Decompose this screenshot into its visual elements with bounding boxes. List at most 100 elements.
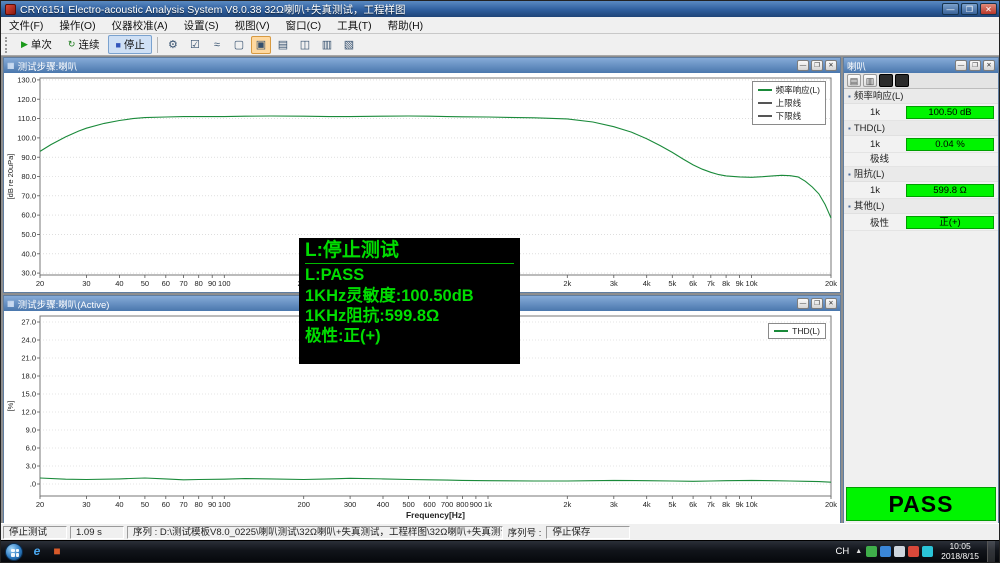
- clock-time: 10:05: [949, 541, 970, 551]
- title-bar[interactable]: CRY6151 Electro-acoustic Analysis System…: [1, 1, 999, 17]
- curve-icon[interactable]: ≈: [207, 36, 227, 54]
- thd-legend: THD(L): [768, 323, 826, 339]
- ie-icon[interactable]: e: [29, 544, 45, 560]
- svg-text:50: 50: [141, 500, 149, 509]
- report-icon[interactable]: ▤: [273, 36, 293, 54]
- section-bullet-icon: ▪: [848, 124, 851, 133]
- svg-text:80: 80: [195, 279, 203, 288]
- panel-header-buttons: —❐✕: [797, 60, 837, 71]
- settings-icon[interactable]: ⚙: [163, 36, 183, 54]
- results-panel: 喇叭 —❐✕ ▤▥ ▪频率响应(L)1k100.50 dB▪THD(L)1k0.…: [843, 57, 999, 524]
- panel-minimize-button[interactable]: —: [955, 60, 967, 71]
- tray-message-icon[interactable]: [922, 546, 933, 557]
- stop-button[interactable]: ■停止: [108, 35, 151, 54]
- svg-text:110.0: 110.0: [18, 114, 36, 123]
- svg-text:30: 30: [82, 279, 90, 288]
- menu-item[interactable]: 设置(S): [176, 17, 227, 34]
- pass-indicator: PASS: [846, 487, 996, 521]
- panel-close-button[interactable]: ✕: [983, 60, 995, 71]
- panel-close-button[interactable]: ✕: [825, 60, 837, 71]
- single-run-button[interactable]: ▶单次: [14, 35, 59, 54]
- svg-text:4k: 4k: [643, 500, 651, 509]
- panel-minimize-button[interactable]: —: [797, 298, 809, 309]
- taskbar-clock[interactable]: 10:05 2018/8/15: [941, 542, 979, 562]
- tray-expand-icon[interactable]: ▲: [855, 548, 862, 555]
- tray-update-icon[interactable]: [908, 546, 919, 557]
- svg-text:70.0: 70.0: [21, 191, 36, 200]
- svg-text:5k: 5k: [668, 500, 676, 509]
- list-view-icon[interactable]: ▤: [847, 74, 861, 87]
- svg-text:50.0: 50.0: [21, 230, 36, 239]
- menu-item[interactable]: 操作(O): [51, 17, 103, 34]
- svg-text:700: 700: [441, 500, 454, 509]
- cascade-windows-icon[interactable]: ▧: [339, 36, 359, 54]
- legend-label: 上限线: [776, 97, 802, 109]
- svg-text:1k: 1k: [484, 500, 492, 509]
- svg-text:80.0: 80.0: [21, 172, 36, 181]
- panel-maximize-button[interactable]: ❐: [811, 298, 823, 309]
- minimize-button[interactable]: —: [942, 3, 959, 15]
- language-indicator[interactable]: CH: [834, 546, 852, 557]
- tile-horizontal-icon[interactable]: ◫: [295, 36, 315, 54]
- tile-vertical-icon[interactable]: ▥: [317, 36, 337, 54]
- black-swatch-icon[interactable]: [879, 74, 893, 87]
- grid-view-icon[interactable]: ▥: [863, 74, 877, 87]
- panel-close-button[interactable]: ✕: [825, 298, 837, 309]
- svg-text:20k: 20k: [825, 279, 837, 288]
- svg-text:90: 90: [208, 279, 216, 288]
- black-swatch2-icon[interactable]: [895, 74, 909, 87]
- quick-launch: e■: [29, 544, 65, 560]
- readout-line: L:PASS: [305, 265, 514, 285]
- close-button[interactable]: ✕: [980, 3, 997, 15]
- tray-network-icon[interactable]: [880, 546, 891, 557]
- svg-text:5k: 5k: [668, 279, 676, 288]
- start-button[interactable]: [5, 543, 23, 561]
- menu-item[interactable]: 仪器校准(A): [104, 17, 176, 34]
- result-row-label: 1k: [844, 185, 906, 196]
- svg-text:400: 400: [377, 500, 390, 509]
- single-run-button-label: 单次: [31, 37, 52, 52]
- status-save-state: 停止保存: [546, 526, 630, 539]
- continuous-run-button[interactable]: ↻连续: [61, 35, 107, 54]
- app-icon: [5, 4, 16, 15]
- svg-text:900: 900: [470, 500, 483, 509]
- window-controls: —❐✕: [940, 3, 997, 15]
- panel-minimize-button[interactable]: —: [797, 60, 809, 71]
- continuous-run-button-label: 连续: [78, 37, 99, 52]
- show-desktop-button[interactable]: [987, 541, 995, 563]
- toolbar-separator: [157, 37, 158, 53]
- svg-text:3k: 3k: [610, 279, 618, 288]
- svg-text:200: 200: [297, 500, 310, 509]
- svg-text:300: 300: [344, 500, 357, 509]
- svg-text:6k: 6k: [689, 279, 697, 288]
- svg-text:70: 70: [179, 279, 187, 288]
- open-file-icon[interactable]: ▢: [229, 36, 249, 54]
- clock-date: 2018/8/15: [941, 551, 979, 561]
- result-value: 正(+): [906, 216, 994, 229]
- svg-text:60: 60: [162, 279, 170, 288]
- svg-text:2k: 2k: [563, 500, 571, 509]
- legend-line-swatch: [758, 115, 772, 117]
- toolbar-grip[interactable]: [5, 37, 9, 53]
- save-icon[interactable]: ▣: [251, 36, 271, 54]
- measurement-readout-overlay: L:停止测试L:PASS1KHz灵敏度:100.50dB1KHz阻抗:599.8…: [299, 238, 520, 364]
- toolbar: ▶单次↻连续■停止 ⚙☑≈▢▣▤◫▥▧: [1, 34, 999, 56]
- menu-item[interactable]: 文件(F): [1, 17, 51, 34]
- tray-volume-icon[interactable]: [894, 546, 905, 557]
- result-row-label: 极线: [844, 153, 998, 167]
- results-panel-header[interactable]: 喇叭 —❐✕: [844, 58, 998, 73]
- menu-item[interactable]: 工具(T): [329, 17, 379, 34]
- app-launcher-icon[interactable]: ■: [49, 544, 65, 560]
- panel-maximize-button[interactable]: ❐: [969, 60, 981, 71]
- menu-item[interactable]: 视图(V): [227, 17, 278, 34]
- maximize-button[interactable]: ❐: [961, 3, 978, 15]
- frequency-response-panel-header[interactable]: ▦ 测试步骤:喇叭 —❐✕: [4, 58, 840, 73]
- menu-item[interactable]: 帮助(H): [380, 17, 432, 34]
- result-value: 599.8 Ω: [906, 184, 994, 197]
- tray-shield-icon[interactable]: [866, 546, 877, 557]
- panel-maximize-button[interactable]: ❐: [811, 60, 823, 71]
- menu-item[interactable]: 窗口(C): [278, 17, 330, 34]
- svg-text:[dB re 20uPa]: [dB re 20uPa]: [6, 154, 15, 200]
- panel-header-buttons: —❐✕: [797, 298, 837, 309]
- calibration-check-icon[interactable]: ☑: [185, 36, 205, 54]
